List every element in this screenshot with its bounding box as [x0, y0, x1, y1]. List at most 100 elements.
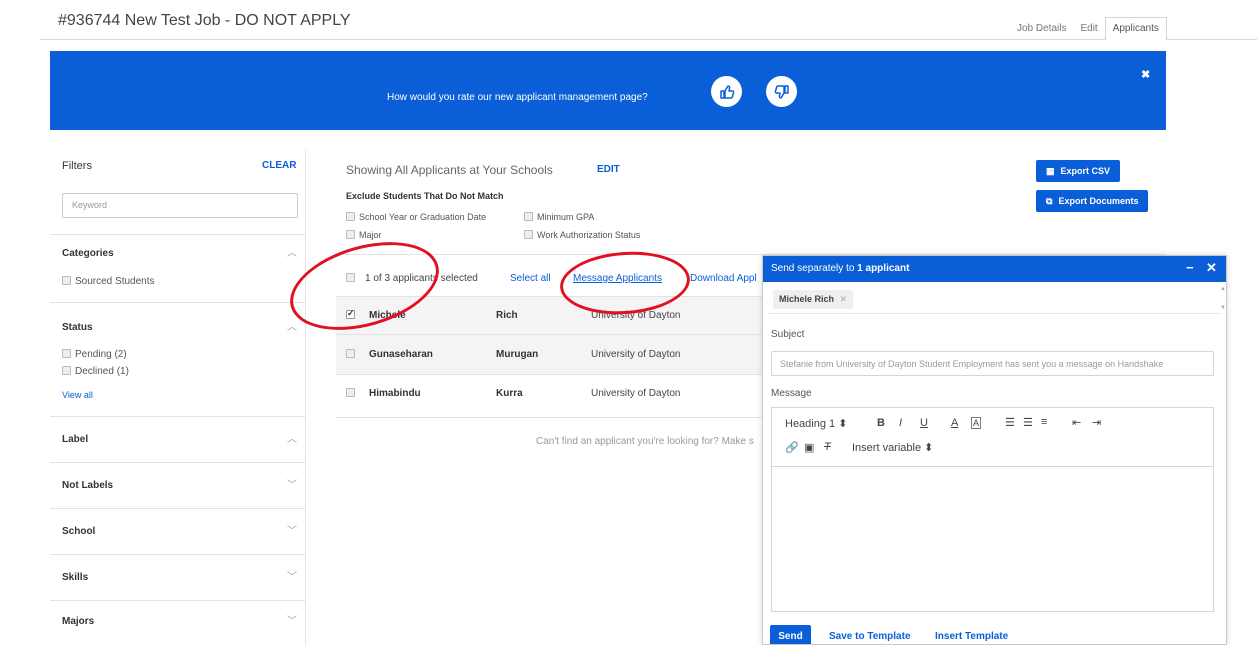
- exclude-option-label: Major: [359, 230, 382, 240]
- remove-recipient-icon[interactable]: ✕: [840, 294, 848, 304]
- checkbox[interactable]: [524, 212, 533, 221]
- keyword-input[interactable]: Keyword: [62, 193, 298, 218]
- filter-section-categories[interactable]: Categories: [62, 248, 114, 259]
- exclude-option-label: School Year or Graduation Date: [359, 212, 487, 222]
- filter-section-label[interactable]: Label: [62, 434, 88, 445]
- save-to-template-link[interactable]: Save to Template: [829, 631, 911, 642]
- row-checkbox[interactable]: [346, 388, 355, 397]
- insert-variable-select[interactable]: Insert variable ⬍: [852, 441, 933, 454]
- page-title: #936744 New Test Job - DO NOT APPLY: [58, 12, 351, 29]
- scroll-up-icon[interactable]: ▲: [1220, 286, 1226, 292]
- tab-job-details[interactable]: Job Details: [1010, 23, 1073, 40]
- job-tabs: Job Details Edit Applicants: [1010, 17, 1167, 41]
- checkbox[interactable]: [346, 212, 355, 221]
- background-color-button[interactable]: A: [971, 417, 982, 429]
- thumbs-down-button[interactable]: [766, 76, 797, 107]
- checkbox[interactable]: [62, 276, 71, 285]
- checkbox[interactable]: [524, 230, 533, 239]
- selection-status: 1 of 3 applicants selected: [346, 273, 478, 284]
- ordered-list-icon[interactable]: ☰: [1005, 416, 1015, 429]
- banner-close-icon[interactable]: ✖: [1141, 68, 1150, 81]
- filter-section-status[interactable]: Status: [62, 322, 93, 333]
- bullet-list-icon[interactable]: ☰: [1023, 416, 1033, 429]
- chevron-down-icon[interactable]: ﹀: [287, 522, 297, 537]
- recipient-field[interactable]: Michele Rich ✕: [769, 284, 1221, 314]
- select-arrows-icon: ⬍: [838, 418, 848, 430]
- align-left-icon[interactable]: ≡: [1041, 416, 1047, 428]
- message-applicants-link[interactable]: Message Applicants: [573, 273, 662, 284]
- filter-option-pending[interactable]: Pending (2): [62, 349, 127, 360]
- filter-section-school[interactable]: School: [62, 526, 95, 537]
- italic-button[interactable]: I: [899, 417, 902, 429]
- heading-select-value: Heading 1: [785, 418, 836, 430]
- exclude-option-school-year[interactable]: School Year or Graduation Date: [346, 212, 486, 222]
- chevron-down-icon[interactable]: ﹀: [287, 612, 297, 627]
- message-label: Message: [771, 388, 812, 399]
- export-csv-button[interactable]: ▦ Export CSV: [1036, 160, 1121, 182]
- filter-divider: [50, 508, 306, 509]
- exclude-option-work-auth[interactable]: Work Authorization Status: [524, 230, 640, 240]
- export-documents-button[interactable]: ⧉ Export Documents: [1036, 190, 1149, 212]
- heading-select[interactable]: Heading 1 ⬍: [785, 417, 847, 430]
- link-icon[interactable]: 🔗: [785, 441, 799, 454]
- insert-variable-label: Insert variable: [852, 442, 922, 454]
- checkbox[interactable]: [346, 230, 355, 239]
- thumbs-up-icon: [719, 84, 734, 99]
- documents-icon: ⧉: [1046, 195, 1053, 206]
- tab-applicants[interactable]: Applicants: [1104, 17, 1167, 41]
- chevron-up-icon[interactable]: ︿: [287, 244, 297, 259]
- indent-icon[interactable]: ⇥: [1092, 416, 1101, 429]
- font-color-button[interactable]: A: [951, 417, 958, 429]
- filter-section-not-labels[interactable]: Not Labels: [62, 480, 113, 491]
- filter-option-declined[interactable]: Declined (1): [62, 366, 129, 377]
- underline-button[interactable]: U: [920, 417, 928, 429]
- select-all-link[interactable]: Select all: [510, 273, 551, 284]
- close-icon[interactable]: ✕: [1206, 260, 1217, 276]
- outdent-icon[interactable]: ⇤: [1072, 416, 1081, 429]
- image-icon[interactable]: ▣: [804, 441, 814, 454]
- applicant-school: University of Dayton: [591, 310, 681, 321]
- thumbs-up-button[interactable]: [711, 76, 742, 107]
- chevron-down-icon[interactable]: ﹀: [287, 568, 297, 583]
- chevron-down-icon[interactable]: ﹀: [287, 476, 297, 491]
- applicant-last-name: Rich: [496, 310, 518, 321]
- chevron-up-icon[interactable]: ︿: [287, 318, 297, 333]
- exclude-option-major[interactable]: Major: [346, 230, 382, 240]
- send-button[interactable]: Send: [770, 625, 811, 644]
- exclude-option-label: Minimum GPA: [537, 212, 595, 222]
- checkbox[interactable]: [62, 349, 71, 358]
- exclude-option-gpa[interactable]: Minimum GPA: [524, 212, 594, 222]
- filter-option-sourced-students[interactable]: Sourced Students: [62, 276, 155, 287]
- insert-template-link[interactable]: Insert Template: [935, 631, 1008, 642]
- showing-heading: Showing All Applicants at Your Schools: [346, 163, 553, 177]
- filters-title: Filters: [62, 160, 92, 172]
- subject-input[interactable]: Stefanie from University of Dayton Stude…: [771, 351, 1214, 376]
- bold-button[interactable]: B: [877, 417, 885, 429]
- applicant-school: University of Dayton: [591, 388, 681, 399]
- chevron-up-icon[interactable]: ︿: [287, 430, 297, 445]
- clear-format-icon[interactable]: T: [824, 441, 831, 453]
- first-name: Gunaseharan: [369, 349, 433, 360]
- tab-edit[interactable]: Edit: [1073, 23, 1104, 40]
- filter-divider: [50, 234, 306, 235]
- minimize-icon[interactable]: −: [1186, 260, 1194, 275]
- row-checkbox[interactable]: [346, 349, 355, 358]
- message-modal: Send separately to 1 applicant − ✕ Miche…: [762, 255, 1227, 645]
- row-checkbox[interactable]: [346, 308, 355, 319]
- applicant-school: University of Dayton: [591, 349, 681, 360]
- filter-section-skills[interactable]: Skills: [62, 572, 88, 583]
- first-name: Michele: [369, 310, 406, 321]
- export-documents-label: Export Documents: [1058, 196, 1139, 206]
- message-editor[interactable]: Heading 1 ⬍ B I U A A ☰ ☰ ≡ ⇤ ⇥ 🔗 ▣ T In…: [771, 407, 1214, 612]
- select-all-checkbox[interactable]: [346, 273, 355, 282]
- filters-clear-button[interactable]: CLEAR: [262, 160, 296, 171]
- checkbox[interactable]: [62, 366, 71, 375]
- editor-toolbar: Heading 1 ⬍ B I U A A ☰ ☰ ≡ ⇤ ⇥ 🔗 ▣ T In…: [772, 408, 1213, 467]
- download-link[interactable]: Download Appl: [690, 273, 757, 284]
- status-view-all-link[interactable]: View all: [62, 390, 93, 400]
- subject-label: Subject: [771, 329, 805, 340]
- scroll-down-icon[interactable]: ▼: [1220, 305, 1226, 311]
- edit-scope-link[interactable]: EDIT: [597, 164, 620, 175]
- filter-section-majors[interactable]: Majors: [62, 616, 94, 627]
- exclude-heading: Exclude Students That Do Not Match: [346, 191, 504, 201]
